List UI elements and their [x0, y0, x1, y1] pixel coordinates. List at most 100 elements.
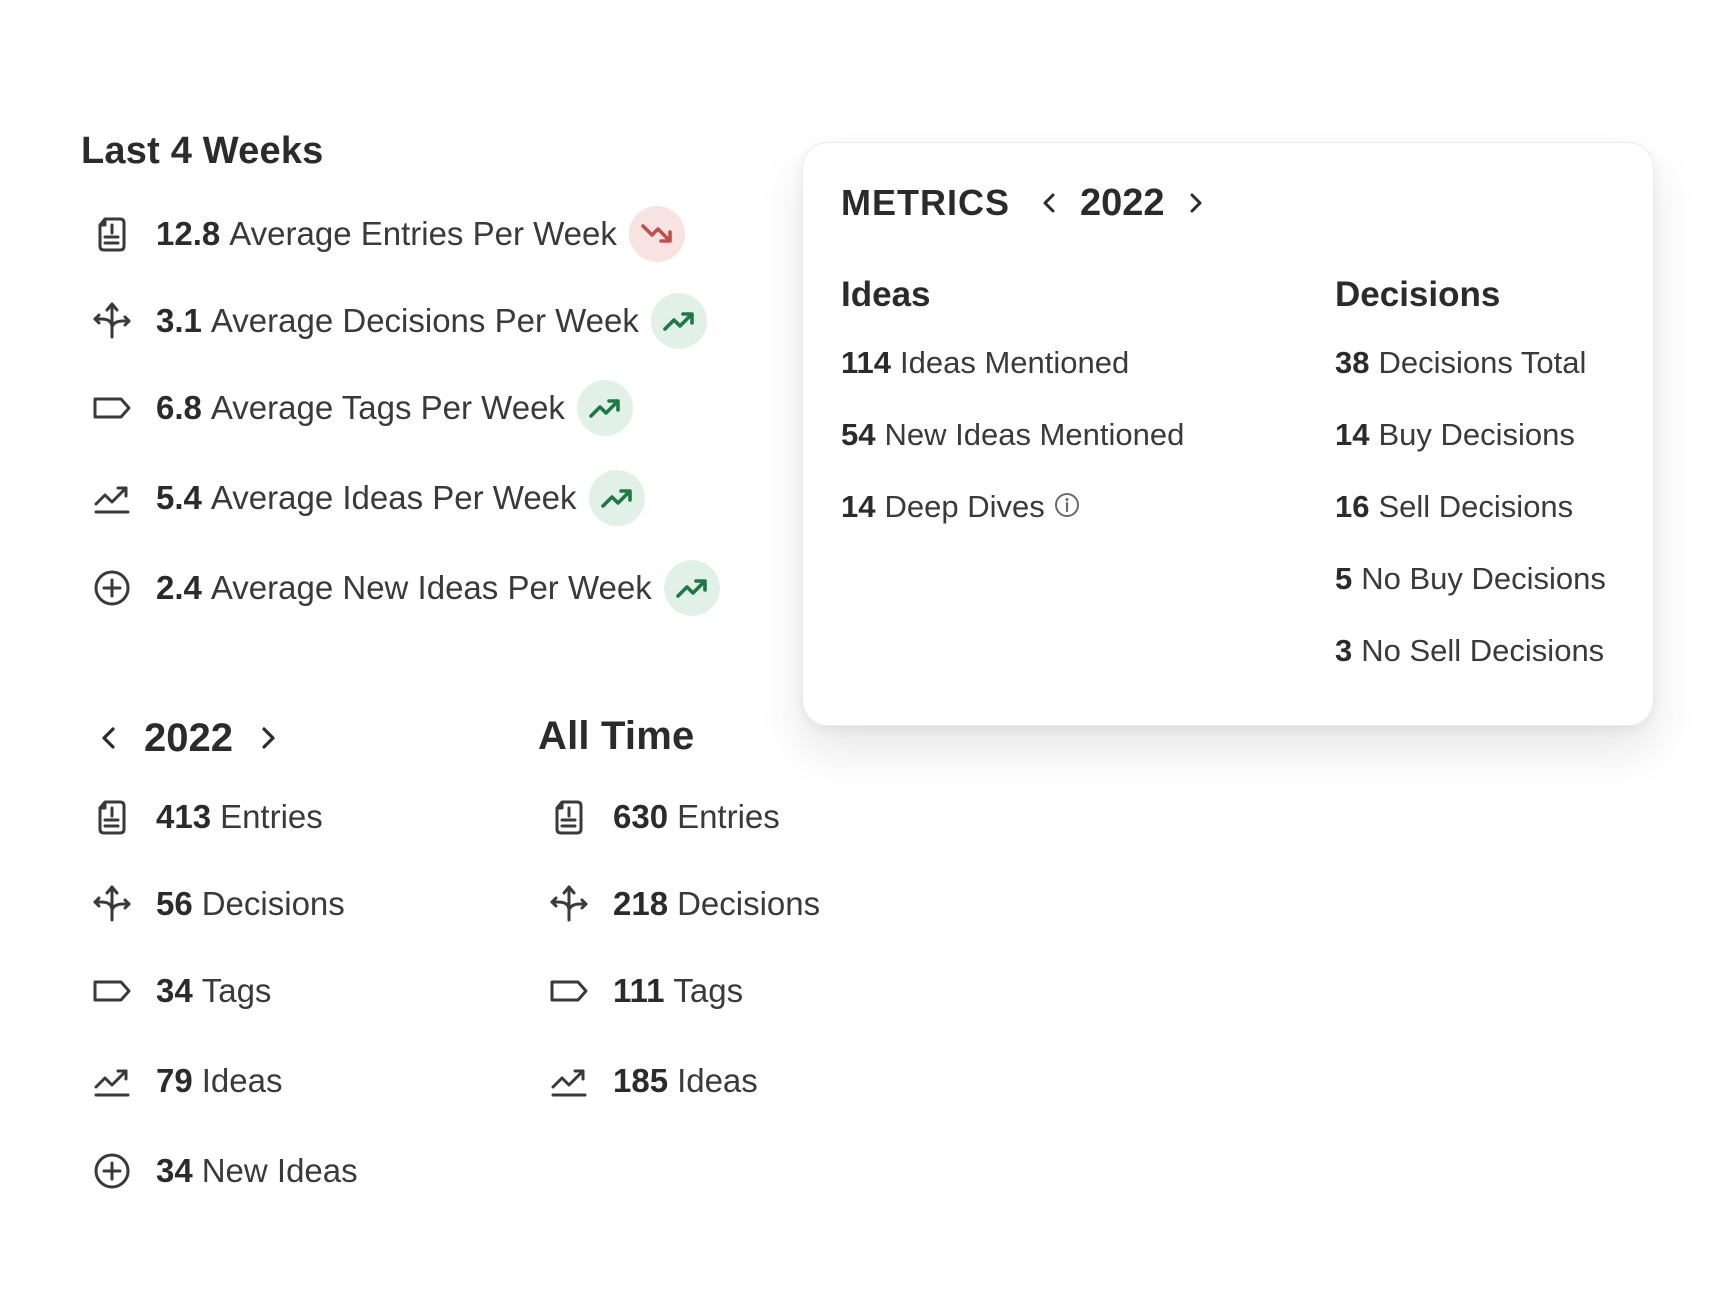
- all-time-row-ideas: 185 Ideas: [547, 1051, 758, 1111]
- metric-value: 16: [1335, 489, 1370, 524]
- ideas-column-title: Ideas: [841, 275, 931, 314]
- metric-no-buy-decisions: 5 No Buy Decisions: [1335, 561, 1606, 597]
- stat-label: Tags: [201, 972, 272, 1009]
- metrics-card: METRICS 2022 Ideas Decisions 114 Ideas M…: [802, 142, 1654, 726]
- stat-label: New Ideas: [201, 1152, 358, 1189]
- trending-line-icon: [90, 476, 134, 520]
- stat-value: 34: [156, 1152, 193, 1189]
- year-label: 2022: [144, 715, 233, 760]
- chevron-left-icon: [102, 727, 115, 749]
- chevron-right-icon: [262, 727, 275, 749]
- metric-buy-decisions: 14 Buy Decisions: [1335, 417, 1575, 453]
- trend-down-icon: [628, 206, 685, 262]
- stat-label: Average Decisions Per Week: [210, 302, 639, 339]
- stat-value: 2.4: [156, 569, 202, 606]
- all-time-row-decisions: 218 Decisions: [547, 874, 820, 934]
- document-icon: [90, 795, 134, 839]
- stat-row-avg-entries: 12.8 Average Entries Per Week: [90, 204, 685, 264]
- metric-label: Ideas Mentioned: [900, 345, 1130, 380]
- split-arrows-icon: [90, 299, 134, 343]
- year-row-entries: 413 Entries: [90, 787, 323, 847]
- stat-value: 56: [156, 885, 193, 922]
- stat-row-avg-new-ideas: 2.4 Average New Ideas Per Week: [90, 558, 720, 618]
- all-time-title: All Time: [538, 714, 695, 758]
- split-arrows-icon: [90, 882, 134, 926]
- metrics-previous-year-button[interactable]: [1032, 181, 1066, 225]
- stat-value: 12.8: [156, 215, 221, 252]
- year-navigator: 2022: [92, 710, 285, 766]
- metrics-card-header: METRICS 2022: [841, 173, 1213, 233]
- stat-label: Average Tags Per Week: [210, 389, 565, 426]
- stat-row-avg-ideas: 5.4 Average Ideas Per Week: [90, 468, 645, 528]
- stat-label: Entries: [677, 798, 780, 835]
- stat-label: Decisions: [677, 885, 821, 922]
- stat-value: 79: [156, 1062, 193, 1099]
- trend-up-icon: [663, 560, 720, 616]
- stat-value: 5.4: [156, 479, 202, 516]
- metric-label: Decisions Total: [1378, 345, 1587, 380]
- metrics-year-label: 2022: [1080, 181, 1165, 224]
- stat-label: Entries: [220, 798, 323, 835]
- stat-row-avg-decisions: 3.1 Average Decisions Per Week: [90, 291, 707, 351]
- trend-up-icon: [576, 380, 633, 436]
- chevron-left-icon: [1043, 193, 1055, 213]
- metric-label: Deep Dives: [884, 489, 1045, 524]
- metric-label: No Sell Decisions: [1361, 633, 1605, 668]
- metric-value: 114: [841, 345, 892, 380]
- metric-value: 54: [841, 417, 876, 452]
- all-time-row-entries: 630 Entries: [547, 787, 780, 847]
- trending-line-icon: [90, 1059, 134, 1103]
- trend-up-icon: [650, 293, 707, 349]
- stat-value: 630: [613, 798, 669, 835]
- decisions-column-title: Decisions: [1335, 275, 1501, 314]
- stat-label: Ideas: [677, 1062, 758, 1099]
- stat-label: Decisions: [201, 885, 345, 922]
- plus-circle-icon: [90, 566, 134, 610]
- trend-up-icon: [588, 470, 645, 526]
- year-row-decisions: 56 Decisions: [90, 874, 345, 934]
- tag-icon: [90, 386, 134, 430]
- metric-label: New Ideas Mentioned: [884, 417, 1185, 452]
- stat-label: Average Ideas Per Week: [210, 479, 577, 516]
- last-4-weeks-title: Last 4 Weeks: [81, 130, 324, 172]
- year-row-ideas: 79 Ideas: [90, 1051, 282, 1111]
- metric-ideas-mentioned: 114 Ideas Mentioned: [841, 345, 1129, 381]
- stat-label: Tags: [673, 972, 744, 1009]
- tag-icon: [90, 969, 134, 1013]
- stat-value: 34: [156, 972, 193, 1009]
- plus-circle-icon: [90, 1149, 134, 1193]
- metric-label: Sell Decisions: [1378, 489, 1574, 524]
- tag-icon: [547, 969, 591, 1013]
- stat-label: Average Entries Per Week: [229, 215, 617, 252]
- split-arrows-icon: [547, 882, 591, 926]
- trending-line-icon: [547, 1059, 591, 1103]
- metrics-label: METRICS: [841, 182, 1010, 223]
- metric-label: No Buy Decisions: [1361, 561, 1606, 596]
- metric-value: 3: [1335, 633, 1353, 668]
- metric-deep-dives: 14 Deep Dives: [841, 489, 1081, 525]
- stat-value: 3.1: [156, 302, 202, 339]
- year-row-new-ideas: 34 New Ideas: [90, 1141, 358, 1201]
- metrics-next-year-button[interactable]: [1179, 181, 1213, 225]
- all-time-row-tags: 111 Tags: [547, 961, 743, 1021]
- metric-sell-decisions: 16 Sell Decisions: [1335, 489, 1573, 525]
- previous-year-button[interactable]: [92, 716, 126, 760]
- metric-label: Buy Decisions: [1378, 417, 1575, 452]
- year-row-tags: 34 Tags: [90, 961, 271, 1021]
- metric-no-sell-decisions: 3 No Sell Decisions: [1335, 633, 1604, 669]
- stat-value: 185: [613, 1062, 669, 1099]
- metric-new-ideas-mentioned: 54 New Ideas Mentioned: [841, 417, 1184, 453]
- stat-value: 6.8: [156, 389, 202, 426]
- chevron-right-icon: [1190, 193, 1202, 213]
- document-icon: [90, 212, 134, 256]
- stat-label: Average New Ideas Per Week: [210, 569, 652, 606]
- document-icon: [547, 795, 591, 839]
- metric-value: 14: [1335, 417, 1370, 452]
- metric-value: 38: [1335, 345, 1370, 380]
- stat-row-avg-tags: 6.8 Average Tags Per Week: [90, 378, 633, 438]
- stat-value: 413: [156, 798, 212, 835]
- info-icon[interactable]: [1053, 493, 1081, 521]
- next-year-button[interactable]: [251, 716, 285, 760]
- metric-value: 5: [1335, 561, 1353, 596]
- metric-decisions-total: 38 Decisions Total: [1335, 345, 1586, 381]
